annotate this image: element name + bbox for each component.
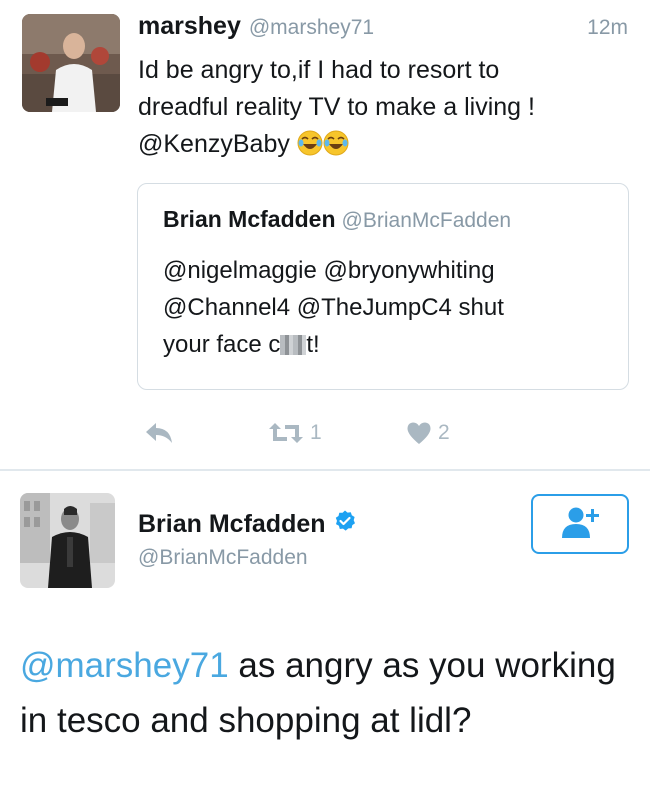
tweet-text: Id be angry to,if I had to resort to dre…: [138, 52, 638, 163]
face-with-tears-of-joy-icon: [297, 130, 323, 156]
heart-icon: [406, 421, 432, 445]
mention-link[interactable]: @marshey71: [20, 646, 229, 685]
reply-button[interactable]: [144, 415, 174, 451]
quoted-tweet-text: @nigelmaggie @bryonywhiting @Channel4 @T…: [163, 252, 603, 363]
tweet-actions: 1 2: [140, 415, 480, 451]
like-button[interactable]: 2: [406, 415, 450, 451]
tweet[interactable]: marshey @marshey71 12m Id be angry to,if …: [0, 0, 650, 470]
retweet-button[interactable]: 1: [268, 415, 322, 451]
tweet-header: marshey @marshey71 12m: [138, 12, 628, 46]
quoted-text-line: your face c t!: [163, 326, 603, 363]
mention-link[interactable]: @KenzyBaby: [138, 130, 290, 158]
quoted-tweet[interactable]: Brian Mcfadden @BrianMcFadden @nigelmaggi…: [137, 183, 629, 390]
reply-user-handle[interactable]: @BrianMcFadden: [138, 546, 308, 570]
retweet-count: 1: [310, 421, 322, 444]
face-with-tears-of-joy-icon: [323, 130, 349, 156]
quoted-tweet-header: Brian Mcfadden @BrianMcFadden: [163, 206, 511, 233]
verified-badge-icon: [334, 510, 356, 539]
reply-tweet-text: @marshey71 as angry as you working in te…: [20, 638, 630, 748]
add-user-icon: [558, 505, 602, 544]
quoted-user-name: Brian Mcfadden: [163, 206, 336, 232]
user-handle[interactable]: @marshey71: [249, 16, 374, 39]
quoted-user-handle: @BrianMcFadden: [341, 209, 512, 232]
follow-button[interactable]: [531, 494, 629, 554]
avatar[interactable]: [22, 14, 120, 112]
quoted-text-line: @Channel4 @TheJumpC4 shut: [163, 294, 504, 321]
reply-user-name-text[interactable]: Brian Mcfadden: [138, 510, 326, 539]
quoted-text-line: @nigelmaggie @bryonywhiting: [163, 257, 495, 284]
tweet-text-line: Id be angry to,if I had to resort to: [138, 56, 500, 84]
divider: [0, 469, 650, 471]
quoted-text-end: t!: [306, 331, 320, 358]
reply-icon: [144, 421, 174, 445]
tweet-text-line: @KenzyBaby: [138, 126, 638, 163]
quoted-text-start: your face c: [163, 331, 281, 358]
reply-user-name[interactable]: Brian Mcfadden: [138, 510, 356, 539]
user-name[interactable]: marshey: [138, 12, 241, 40]
timestamp[interactable]: 12m: [587, 16, 628, 40]
like-count: 2: [438, 421, 450, 444]
tweet-text-line: dreadful reality TV to make a living !: [138, 93, 535, 121]
avatar[interactable]: [20, 493, 115, 588]
retweet-icon: [268, 421, 304, 445]
censor-blur: [280, 335, 307, 355]
